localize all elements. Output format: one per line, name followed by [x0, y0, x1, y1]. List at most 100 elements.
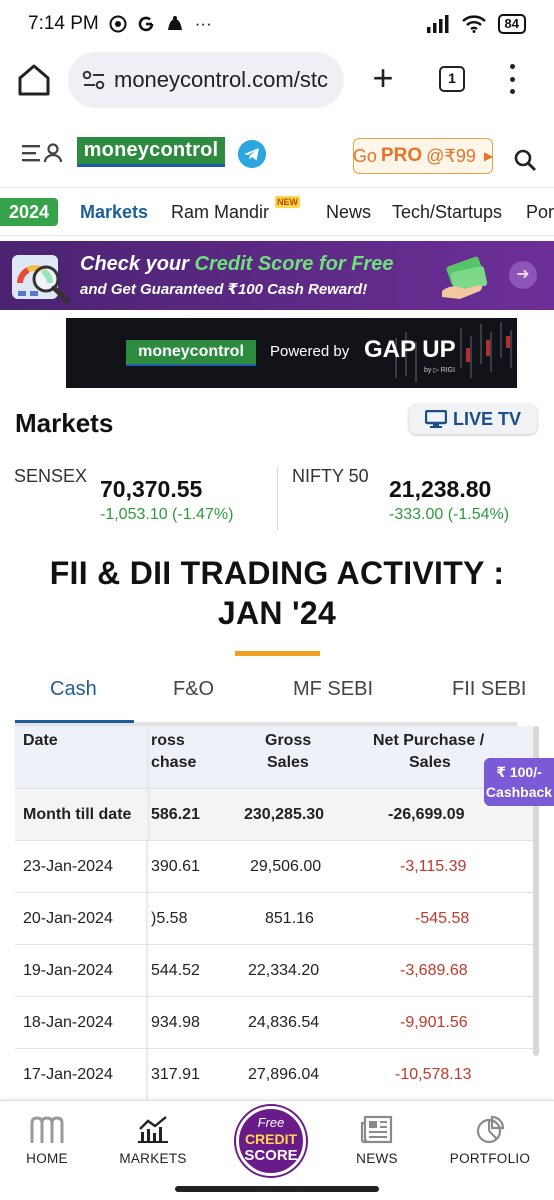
date-header-cell: Date	[15, 726, 147, 789]
row-gross-purchase: 544.52	[151, 962, 200, 979]
site-settings-icon[interactable]	[82, 70, 106, 90]
news-icon	[360, 1115, 393, 1144]
bottom-nav-portfolio[interactable]: PORTFOLIO	[440, 1101, 540, 1183]
page: 7:14 PM ··· 84 moneycontrol.com/stc + 1 …	[0, 0, 554, 1200]
credit-free-label: Free	[257, 1115, 285, 1130]
sensex-value: 70,370.55	[100, 476, 203, 502]
bottom-nav-portfolio-label: PORTFOLIO	[449, 1151, 531, 1166]
ad-sub-brand: by ▷ RIGI	[424, 367, 456, 374]
header-date: Date	[23, 732, 58, 749]
row-gross-sales: 851.16	[265, 910, 314, 927]
section-nav: 2024 Markets Ram Mandir NEW News Tech/St…	[0, 190, 554, 236]
row-net: -10,578.13	[395, 1066, 472, 1083]
nifty-value: 21,238.80	[389, 476, 492, 502]
index-divider	[277, 466, 278, 530]
cash-reward-icon	[442, 256, 488, 299]
sticky-date-column: Date Month till date 23-Jan-2024 20-Jan-…	[15, 726, 147, 1100]
date-cell: 19-Jan-2024	[15, 945, 147, 997]
credit-banner-highlight: Credit Score for Free	[194, 253, 394, 275]
telegram-icon[interactable]	[238, 140, 266, 168]
row-gross-sales: 27,896.04	[248, 1066, 320, 1083]
search-icon[interactable]	[513, 148, 537, 172]
fii-dii-table[interactable]: ross chase Gross Sales Net Purchase / Sa…	[15, 726, 539, 1100]
status-bar: 7:14 PM ··· 84	[0, 0, 554, 48]
header-net-l1: Net Purchase /	[373, 732, 485, 749]
nav-item-tech-startups[interactable]: Tech/Startups	[392, 202, 502, 223]
signal-icon	[426, 15, 449, 33]
mtd-gross-purchase: 586.21	[151, 806, 200, 823]
mtd-label: Month till date	[23, 806, 132, 823]
home-icon[interactable]	[14, 60, 54, 100]
fii-title-line1: FII & DII TRADING ACTIVITY :	[49, 555, 505, 591]
cashback-amount: ₹ 100/-	[496, 764, 542, 780]
credit-banner-prefix: Check your	[80, 253, 189, 275]
fii-title-line2: JAN '24	[217, 595, 337, 631]
go-pro-button[interactable]: Go PRO @₹99 ▶	[353, 138, 493, 174]
row-date: 19-Jan-2024	[23, 962, 113, 979]
credit-score-label: SCORE	[244, 1147, 298, 1164]
row-gross-purchase: 390.61	[151, 858, 200, 875]
bottom-nav-home[interactable]: HOME	[0, 1101, 94, 1183]
bottom-nav-news[interactable]: NEWS	[330, 1101, 424, 1183]
cashback-badge[interactable]: ₹ 100/- Cashback	[484, 758, 554, 806]
browser-menu-icon[interactable]	[508, 64, 516, 94]
bottom-nav-markets[interactable]: MARKETS	[106, 1101, 200, 1183]
tab-cash[interactable]: Cash	[50, 678, 97, 701]
nav-item-markets[interactable]: Markets	[80, 202, 148, 223]
activity-tabs: Cash F&O MF SEBI FII SEBI	[0, 668, 554, 724]
site-header: moneycontrol Go PRO @₹99 ▶	[0, 120, 554, 188]
bottom-nav-home-label: HOME	[26, 1151, 68, 1166]
live-tv-label: LIVE TV	[452, 408, 521, 429]
credit-banner-headline: Check your Credit Score for Free	[80, 253, 393, 276]
mtd-net: -26,699.09	[388, 806, 465, 823]
nav-2024-badge[interactable]: 2024	[0, 198, 58, 226]
gap-up-ad[interactable]: moneycontrol Powered by GAP UP by ▷ RIGI	[66, 318, 517, 388]
date-cell: 18-Jan-2024	[15, 997, 147, 1049]
header-gross-sales-l2: Sales	[267, 754, 309, 771]
moneycontrol-logo[interactable]: moneycontrol	[77, 137, 225, 167]
row-date: 20-Jan-2024	[23, 910, 113, 927]
tab-fii-sebi[interactable]: FII SEBI	[452, 678, 526, 701]
header-net-l2: Sales	[409, 754, 451, 771]
sensex-label: SENSEX	[14, 466, 88, 486]
address-bar[interactable]: moneycontrol.com/stc	[68, 52, 344, 108]
new-badge: NEW	[275, 196, 300, 208]
browser-toolbar: moneycontrol.com/stc + 1	[0, 48, 554, 112]
row-gross-sales: 22,334.20	[248, 962, 320, 979]
row-gross-sales: 24,836.54	[248, 1014, 320, 1031]
tab-switcher-button[interactable]: 1	[439, 66, 465, 92]
nav-item-portfolio[interactable]: Por	[526, 202, 554, 223]
new-tab-button[interactable]: +	[365, 58, 401, 98]
tab-mf-sebi[interactable]: MF SEBI	[293, 678, 373, 701]
header-gross-purchase-l1: ross	[151, 732, 185, 749]
mtd-label-cell: Month till date	[15, 789, 147, 841]
nifty-change: -333.00 (-1.54%)	[389, 506, 510, 523]
tv-icon	[424, 410, 447, 428]
tab-fno[interactable]: F&O	[173, 678, 214, 701]
nav-item-ram-mandir[interactable]: Ram Mandir NEW	[171, 196, 300, 223]
mtd-gross-sales: 230,285.30	[244, 806, 325, 823]
sensex-block[interactable]: SENSEX 70,370.55 -1,053.10 (-1.47%)	[14, 466, 233, 523]
battery-indicator: 84	[497, 14, 526, 34]
gesture-nav-bar[interactable]	[175, 1186, 379, 1192]
portfolio-pie-icon	[476, 1115, 505, 1144]
credit-score-banner[interactable]: Check your Credit Score for Free and Get…	[0, 241, 554, 310]
bottom-nav-markets-label: MARKETS	[119, 1151, 187, 1166]
menu-profile-icon[interactable]	[22, 142, 62, 166]
moneycontrol-m-icon	[30, 1116, 64, 1143]
markets-heading: Markets	[15, 408, 114, 438]
arrow-right-icon[interactable]: ➜	[509, 261, 537, 289]
google-notification-icon	[138, 16, 154, 32]
wifi-icon	[461, 15, 486, 33]
cashback-label: Cashback	[485, 784, 553, 800]
markets-chart-icon	[138, 1116, 168, 1143]
nifty-block[interactable]: NIFTY 50 21,238.80 -333.00 (-1.54%)	[292, 466, 509, 523]
row-gross-purchase: 934.98	[151, 1014, 200, 1031]
nav-item-news[interactable]: News	[326, 202, 371, 223]
header-gross-sales-l1: Gross	[265, 732, 312, 749]
free-credit-score-button[interactable]: Free CREDIT SCORE	[236, 1106, 306, 1176]
live-tv-button[interactable]: LIVE TV	[409, 404, 537, 434]
row-net: -3,115.39	[400, 858, 467, 875]
url-text: moneycontrol.com/stc	[114, 67, 328, 92]
credit-score-meter-icon	[12, 255, 71, 303]
